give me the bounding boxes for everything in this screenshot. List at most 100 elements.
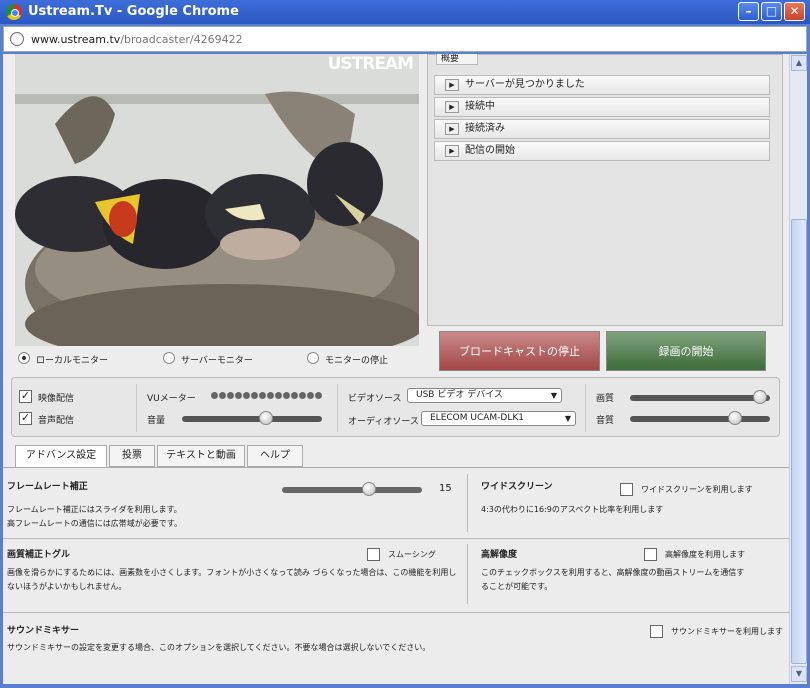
divider [337,384,338,432]
status-row-connected[interactable]: ▶ 接続済み [434,119,770,139]
vu-meter-dot [267,392,274,399]
audio-out-label: 音声配信 [38,416,75,426]
close-button[interactable]: ✕ [784,2,805,21]
hires-label: 高解像度を利用します [665,550,745,559]
start-recording-button[interactable]: 録画の開始 [606,331,766,371]
divider [467,474,468,532]
tab-text-video[interactable]: テキストと動画 [157,445,245,467]
slider-knob[interactable] [361,482,376,496]
audio-source-select[interactable]: ELECOM UCAM-DLK1 ▼ [421,411,576,426]
scroll-up-icon[interactable]: ▲ [791,55,807,71]
framerate-slider[interactable] [282,482,422,496]
scroll-down-icon[interactable]: ▼ [791,666,807,682]
hires-desc: このチェックボックスを利用すると、高解像度の動画ストリームを通信す [481,568,745,577]
vu-meter-dot [275,392,282,399]
slider-knob[interactable] [259,411,273,425]
vu-meter-dot [251,392,258,399]
vertical-scrollbar[interactable]: ▲ ▼ [789,54,807,684]
stop-monitor-label: モニターの停止 [325,356,389,366]
quality-slider[interactable] [630,390,770,404]
smoothing-desc: ないほうがよいかもしれません。 [7,582,127,591]
video-source-select[interactable]: USB ビデオ デバイス ▼ [407,388,562,403]
scrollbar-thumb[interactable] [791,219,807,664]
mixer-title: サウンドミキサー [7,626,80,636]
tab-advanced[interactable]: アドバンス設定 [15,445,107,467]
mixer-checkbox[interactable] [650,625,663,638]
mixer-desc: サウンドミキサーの設定を変更する場合、このオプションを選択してください。不要な場… [7,643,431,652]
sound-quality-slider[interactable] [630,411,770,425]
volume-slider[interactable] [182,411,322,425]
vu-meter-dot [291,392,298,399]
tab-poll[interactable]: 投票 [109,445,155,467]
vu-meter-dot [211,392,218,399]
framerate-desc: フレームレート補正にはスライダを利用します。 [7,505,182,514]
vu-meter-dot [259,392,266,399]
widescreen-desc: 4:3の代わりに16:9のアスペクト比率を利用します [481,505,664,514]
video-out-label: 映像配信 [38,394,75,404]
server-monitor-label: サーバーモニター [181,356,253,366]
hires-desc: ることが可能です。 [481,582,553,591]
vu-meter-dot [243,392,250,399]
title-bar: Ustream.Tv - Google Chrome – □ ✕ [0,0,810,24]
quality-label: 画質 [596,394,615,404]
vu-meter-dot [283,392,290,399]
widescreen-checkbox[interactable] [620,483,633,496]
volume-label: 音量 [147,416,166,426]
slider-knob[interactable] [753,390,768,404]
slider-knob[interactable] [728,411,742,425]
vu-meter-label: VUメーター [147,394,196,404]
framerate-title: フレームレート補正 [7,482,88,492]
smoothing-checkbox[interactable] [367,548,380,561]
address-bar[interactable]: www.ustream.tv/broadcaster/4269422 [3,26,807,52]
status-panel: 概要 ▶ サーバーが見つかりました ▶ 接続中 ▶ 接続済み ▶ 配信の開始 [427,54,783,326]
divider [585,384,586,432]
chevron-down-icon: ▼ [550,391,557,400]
local-monitor-radio[interactable] [18,352,30,364]
monitor-options: ローカルモニター サーバーモニター モニターの停止 [15,346,419,372]
video-preview: USTREAM [15,54,419,346]
globe-icon [10,32,24,46]
divider [3,538,789,539]
sound-label: 音質 [596,416,615,426]
page-content: USTREAM ローカルモニター サーバーモニター モニターの停止 概要 ▶ サー… [3,54,789,684]
vu-meter-dot [299,392,306,399]
chevron-down-icon: ▼ [564,414,571,423]
framerate-desc: 高フレームレートの通信には広帯域が必要です。 [7,519,182,528]
stop-monitor-radio[interactable] [307,352,319,364]
audio-source-label: オーディオソース [348,417,419,427]
smoothing-label: スムーシング [388,550,436,559]
smoothing-desc: 画像を滑らかにするためには、画素数を小さくします。フォントが小さくなって読み づ… [7,568,457,577]
tab-summary[interactable]: 概要 [436,54,478,65]
status-row-server-found[interactable]: ▶ サーバーが見つかりました [434,75,770,95]
video-out-checkbox[interactable]: ✓ [19,390,32,403]
status-row-connecting[interactable]: ▶ 接続中 [434,97,770,117]
play-icon: ▶ [445,123,459,135]
vu-meter [211,392,323,400]
server-monitor-radio[interactable] [163,352,175,364]
local-monitor-label: ローカルモニター [36,356,109,366]
minimize-button[interactable]: – [738,2,759,21]
widescreen-label: ワイドスクリーンを利用します [641,485,753,494]
audio-out-checkbox[interactable]: ✓ [19,412,32,425]
tab-help[interactable]: ヘルプ [247,445,303,467]
video-source-label: ビデオソース [348,394,402,404]
play-icon: ▶ [445,145,459,157]
mixer-label: サウンドミキサーを利用します [671,627,783,636]
url-text[interactable]: www.ustream.tv/broadcaster/4269422 [31,33,243,46]
advanced-settings-panel: フレームレート補正 15 フレームレート補正にはスライダを利用します。 高フレー… [3,467,789,684]
stop-broadcast-button[interactable]: ブロードキャストの停止 [439,331,600,371]
vu-meter-dot [219,392,226,399]
vu-meter-dot [307,392,314,399]
hires-checkbox[interactable] [644,548,657,561]
vu-meter-dot [227,392,234,399]
hires-title: 高解像度 [481,550,518,560]
framerate-value: 15 [439,483,452,494]
vu-meter-dot [235,392,242,399]
ustream-watermark: USTREAM [327,54,414,74]
vu-meter-dot [315,392,322,399]
divider [136,384,137,432]
maximize-button[interactable]: □ [761,2,782,21]
divider [467,544,468,604]
status-row-broadcast-start[interactable]: ▶ 配信の開始 [434,141,770,161]
chrome-icon [6,4,22,20]
